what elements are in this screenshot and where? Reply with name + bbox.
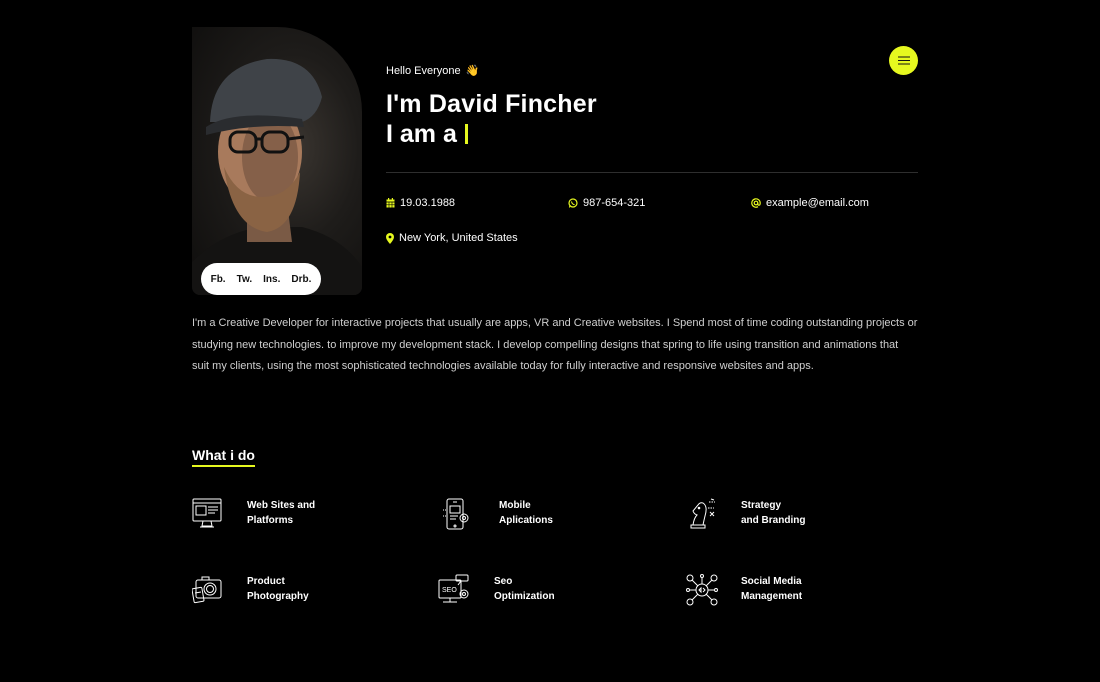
info-email: example@email.com (751, 197, 869, 209)
service-line2: Platforms (247, 515, 294, 526)
social-links-pill: Fb. Tw. Ins. Drb. (201, 263, 321, 295)
service-web-platforms: Web Sites and Platforms (192, 498, 315, 528)
service-line2: Management (741, 591, 803, 602)
service-social-media: Social Media Management (686, 574, 802, 606)
service-line2: Photography (247, 591, 309, 602)
role-prefix: I am a (386, 120, 457, 148)
chess-knight-icon (690, 498, 715, 529)
info-location: New York, United States (386, 232, 518, 244)
camera-icon (192, 576, 222, 604)
greeting: Hello Everyone 👋 (386, 64, 480, 78)
service-line1: Web Sites and (247, 500, 316, 511)
web-platform-icon (192, 498, 222, 528)
svg-text:SEO: SEO (442, 587, 457, 594)
service-line1: Seo (494, 576, 513, 587)
info-birthday: 19.03.1988 (386, 197, 455, 209)
social-link-dribbble[interactable]: Drb. (291, 274, 311, 285)
email-value[interactable]: example@email.com (766, 197, 869, 209)
seo-monitor-icon: SEO (438, 574, 469, 603)
at-icon (751, 198, 761, 208)
service-line2: Optimization (494, 591, 555, 602)
service-line2: and Branding (741, 515, 806, 526)
hero-name: I'm David Fincher (386, 90, 597, 118)
menu-button[interactable] (889, 46, 918, 75)
service-line1: Mobile (499, 500, 531, 511)
profile-photo (192, 27, 362, 295)
greeting-text: Hello Everyone (386, 64, 461, 77)
service-line1: Social Media (741, 576, 802, 587)
social-link-facebook[interactable]: Fb. (211, 274, 226, 285)
social-link-twitter[interactable]: Tw. (237, 274, 253, 285)
social-link-instagram[interactable]: Ins. (263, 274, 280, 285)
mobile-app-icon (443, 498, 469, 530)
divider (386, 172, 918, 173)
hamburger-icon (897, 56, 910, 65)
waving-hand-icon: 👋 (465, 65, 480, 77)
social-network-icon (686, 574, 718, 606)
birthday-value: 19.03.1988 (400, 197, 456, 209)
service-product-photography: Product Photography (192, 574, 309, 604)
whatsapp-icon (568, 198, 578, 208)
calendar-icon (386, 198, 395, 208)
services-title: What i do (192, 447, 255, 467)
bio-paragraph: I'm a Creative Developer for interactive… (192, 317, 918, 372)
phone-value: 987-654-321 (583, 197, 646, 209)
service-line2: Aplications (499, 515, 553, 526)
location-value: New York, United States (399, 232, 518, 244)
typing-cursor (464, 124, 468, 144)
service-line1: Strategy (741, 500, 782, 511)
info-phone: 987-654-321 (568, 197, 645, 209)
service-strategy-branding: Strategy and Branding (686, 498, 805, 530)
service-mobile-apps: Mobile Aplications (441, 498, 553, 530)
hero-role: I am a (386, 120, 468, 149)
service-line1: Product (247, 576, 285, 587)
service-seo-optimization: SEO Seo Optimization (438, 574, 555, 606)
location-pin-icon (386, 232, 394, 244)
